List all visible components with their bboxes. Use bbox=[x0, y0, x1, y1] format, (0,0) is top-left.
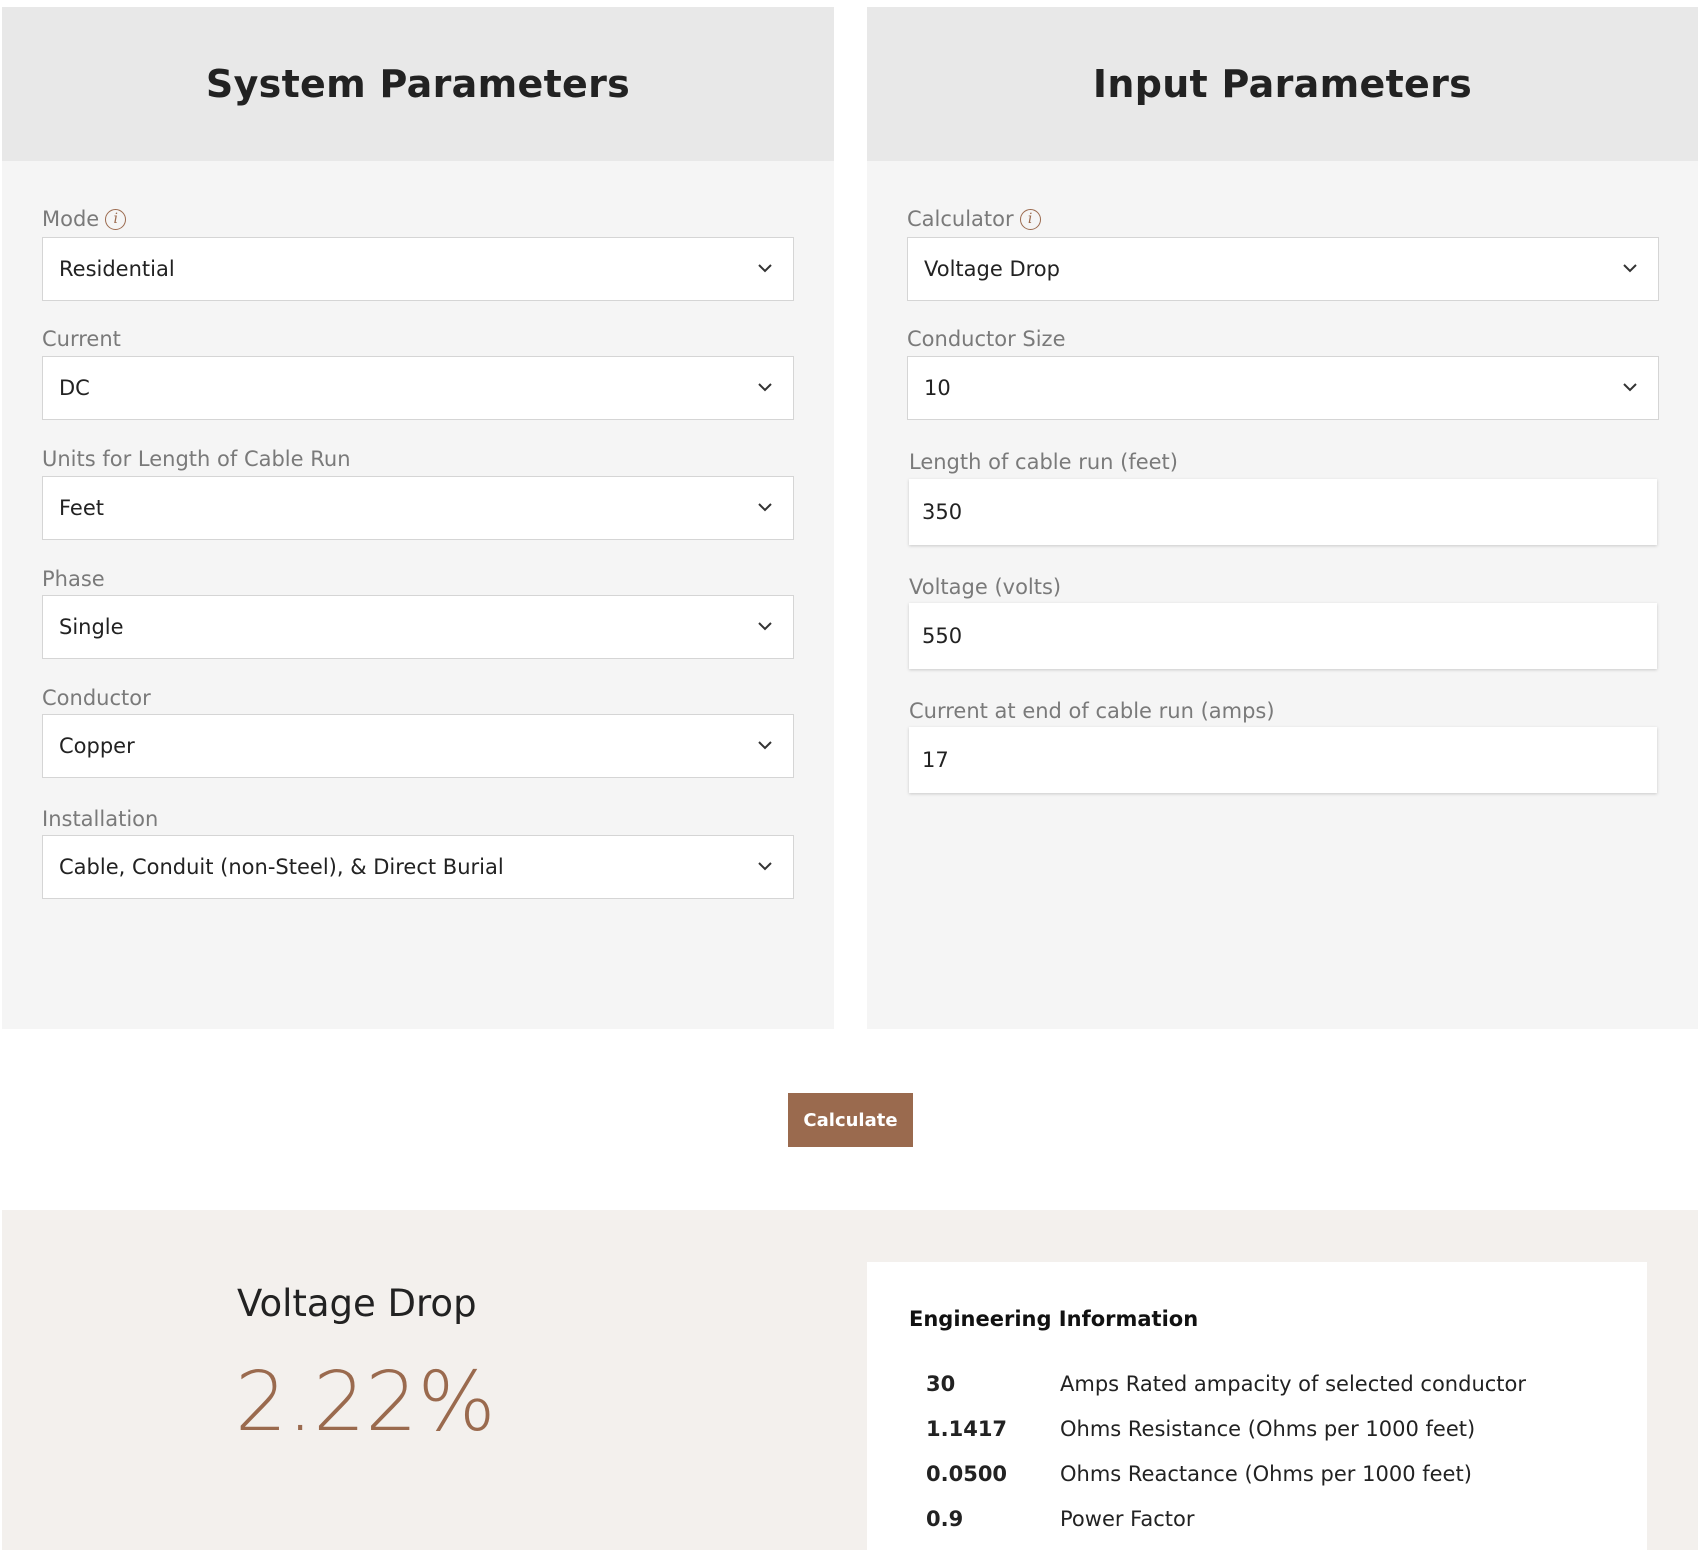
units-select[interactable]: Feet bbox=[42, 476, 794, 540]
current-select[interactable]: DC bbox=[42, 356, 794, 420]
engineering-value: 1.1417 bbox=[926, 1417, 1008, 1441]
chevron-down-icon bbox=[758, 741, 772, 750]
phase-select[interactable]: Single bbox=[42, 595, 794, 659]
engineering-text: Amps Rated ampacity of selected conducto… bbox=[1060, 1372, 1527, 1396]
conductor-size-select[interactable]: 10 bbox=[907, 356, 1659, 420]
installation-select[interactable]: Cable, Conduit (non-Steel), & Direct Bur… bbox=[42, 835, 794, 899]
engineering-info-box: Engineering Information 30 Amps Rated am… bbox=[867, 1262, 1647, 1550]
engineering-row: 0.9 Power Factor bbox=[926, 1507, 1194, 1531]
length-label: Length of cable run (feet) bbox=[909, 450, 1178, 474]
engineering-value: 0.0500 bbox=[926, 1462, 1008, 1486]
current-end-label: Current at end of cable run (amps) bbox=[909, 699, 1275, 723]
engineering-value: 0.9 bbox=[926, 1507, 964, 1531]
chevron-down-icon bbox=[758, 622, 772, 631]
chevron-down-icon bbox=[758, 264, 772, 273]
chevron-down-icon bbox=[758, 503, 772, 512]
current-end-input[interactable]: 17 bbox=[909, 727, 1657, 793]
engineering-text: Power Factor bbox=[1060, 1507, 1195, 1531]
result-value: 2.22% bbox=[235, 1355, 496, 1450]
engineering-row: 1.1417 Ohms Resistance (Ohms per 1000 fe… bbox=[926, 1417, 1475, 1441]
chevron-down-icon bbox=[1623, 383, 1637, 392]
input-parameters-title: Input Parameters bbox=[867, 7, 1698, 161]
calculate-button[interactable]: Calculate bbox=[788, 1093, 913, 1147]
calculator-label: Calculator i bbox=[907, 207, 1041, 231]
mode-label: Mode i bbox=[42, 207, 127, 231]
chevron-down-icon bbox=[758, 383, 772, 392]
conductor-select[interactable]: Copper bbox=[42, 714, 794, 778]
chevron-down-icon bbox=[758, 862, 772, 871]
voltage-label: Voltage (volts) bbox=[909, 575, 1062, 599]
units-label: Units for Length of Cable Run bbox=[42, 447, 351, 471]
result-title: Voltage Drop bbox=[237, 1282, 477, 1325]
installation-label: Installation bbox=[42, 807, 159, 831]
phase-label: Phase bbox=[42, 567, 105, 591]
input-parameters-panel: Input Parameters Calculator i Voltage Dr… bbox=[867, 7, 1698, 1029]
info-icon[interactable]: i bbox=[1019, 208, 1041, 230]
engineering-row: 0.0500 Ohms Reactance (Ohms per 1000 fee… bbox=[926, 1462, 1472, 1486]
conductor-label: Conductor bbox=[42, 686, 151, 710]
engineering-value: 30 bbox=[926, 1372, 956, 1396]
conductor-size-label: Conductor Size bbox=[907, 327, 1066, 351]
info-icon[interactable]: i bbox=[105, 208, 127, 230]
system-parameters-panel: System Parameters Mode i Residential Cur… bbox=[2, 7, 834, 1029]
engineering-row: 30 Amps Rated ampacity of selected condu… bbox=[926, 1372, 1526, 1396]
engineering-text: Ohms Reactance (Ohms per 1000 feet) bbox=[1060, 1462, 1472, 1486]
system-parameters-title: System Parameters bbox=[2, 7, 834, 161]
mode-select[interactable]: Residential bbox=[42, 237, 794, 301]
calculator-select[interactable]: Voltage Drop bbox=[907, 237, 1659, 301]
length-input[interactable]: 350 bbox=[909, 479, 1657, 545]
engineering-info-title: Engineering Information bbox=[909, 1307, 1199, 1331]
engineering-text: Ohms Resistance (Ohms per 1000 feet) bbox=[1060, 1417, 1476, 1441]
chevron-down-icon bbox=[1623, 264, 1637, 273]
results-section: Voltage Drop 2.22% Engineering Informati… bbox=[2, 1210, 1698, 1550]
voltage-input[interactable]: 550 bbox=[909, 603, 1657, 669]
current-label: Current bbox=[42, 327, 121, 351]
